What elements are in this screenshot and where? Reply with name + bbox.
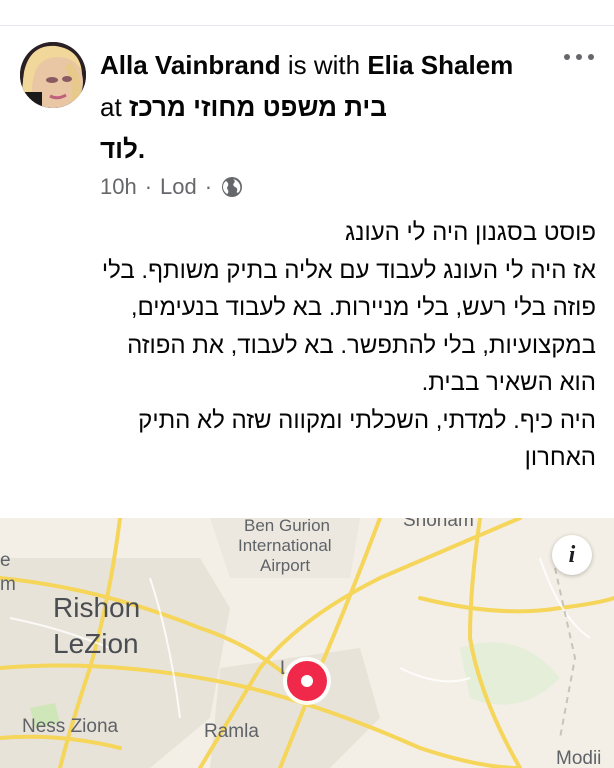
- map-label-ness-ziona: Ness Ziona: [22, 716, 119, 737]
- meta-separator: ·: [144, 174, 153, 199]
- post-body-line: במקצועיות, בלי להתפשר. בא לעבוד, את הפוז…: [127, 331, 596, 359]
- post-header: Alla Vainbrand is with Elia Shalem at בי…: [100, 44, 520, 170]
- post-body-line: פוזה בלי רעש, בלי מניירות. בא לעבוד בנעי…: [130, 294, 596, 321]
- post-location[interactable]: Lod: [160, 174, 197, 200]
- map-label-shoham: Shoham: [403, 518, 474, 531]
- post-body-line: פוסט בסגנון היה לי העונג: [344, 219, 596, 246]
- at-text: at: [100, 92, 122, 122]
- map-label-edge: m: [0, 574, 16, 595]
- post-meta: 10h · Lod ·: [100, 170, 244, 204]
- post-body-line: היה כיף. למדתי, השכלתי ומקווה שזה לא התי…: [138, 406, 596, 434]
- author-avatar[interactable]: [20, 42, 86, 108]
- location-pin-icon[interactable]: [287, 661, 327, 701]
- map-info-button[interactable]: i: [552, 535, 592, 575]
- place-suffix: .: [137, 134, 146, 164]
- meta-separator: ·: [204, 174, 213, 199]
- place-name-line1[interactable]: בית משפט מחוזי מרכז: [129, 92, 387, 122]
- more-options-button[interactable]: [564, 50, 594, 64]
- is-with-text: is with: [287, 50, 361, 80]
- map-label-rishon: Rishon: [53, 592, 141, 623]
- avatar-image: [20, 42, 86, 108]
- more-dot: [576, 54, 582, 60]
- post-time[interactable]: 10h: [100, 174, 137, 200]
- post-body-line: האחרון: [524, 444, 596, 471]
- more-dot: [588, 54, 594, 60]
- post-body-line: הוא השאיר בבית.: [421, 369, 596, 396]
- globe-icon: [222, 177, 243, 197]
- place-name-line2[interactable]: לוד: [100, 134, 138, 164]
- author-name[interactable]: Alla Vainbrand: [100, 50, 281, 80]
- map-label-rishon: LeZion: [53, 628, 139, 659]
- location-map[interactable]: Ben Gurion International Airport Shoham …: [0, 518, 614, 768]
- map-label-edge: e: [0, 550, 11, 571]
- map-label-ben-gurion: International: [238, 536, 332, 555]
- post-body: פוסט בסגנון היה לי העונג אז היה לי העונג…: [16, 214, 596, 477]
- post-body-line: אז היה לי העונג לעבוד עם אליה בתיק משותף…: [101, 256, 596, 284]
- map-label-ramla: Ramla: [204, 721, 259, 742]
- map-label-ben-gurion: Ben Gurion: [244, 518, 330, 535]
- map-label-ben-gurion: Airport: [260, 556, 311, 575]
- top-divider: [0, 25, 614, 26]
- more-dot: [564, 54, 570, 60]
- map-label-modiin: Modii: [556, 748, 602, 768]
- tagged-person[interactable]: Elia Shalem: [367, 50, 513, 80]
